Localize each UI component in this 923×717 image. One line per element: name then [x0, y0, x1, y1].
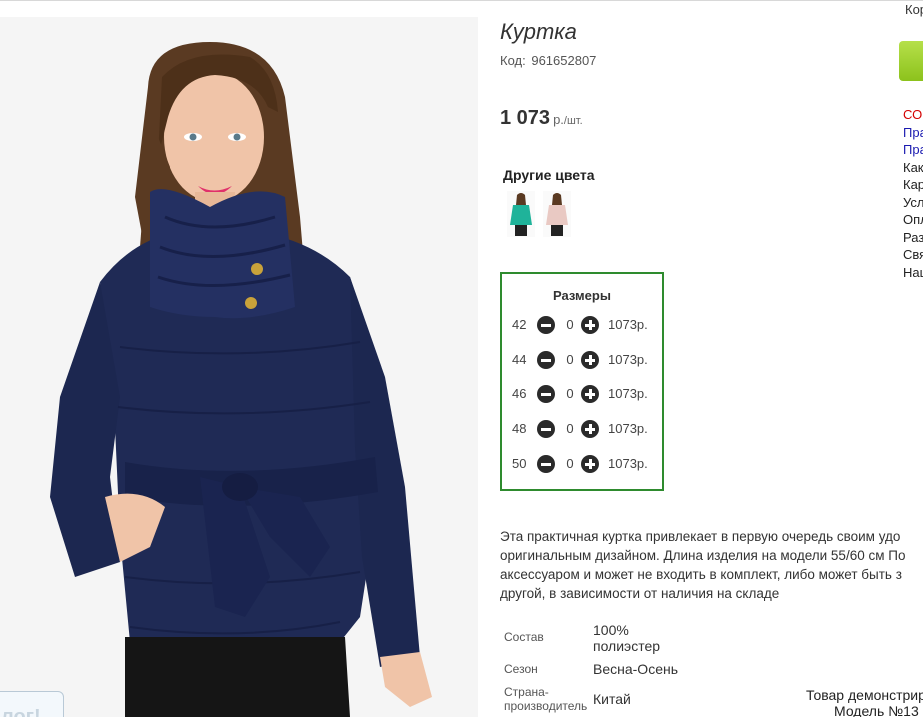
sizes-title: Размеры: [553, 288, 611, 303]
size-value: 48: [512, 421, 527, 436]
sizes-panel: Размеры 42 0 1073р. 44 0 1073р. 46 0 107…: [500, 272, 664, 491]
teal-jacket-thumbnail: [510, 193, 532, 236]
sidebar-links: СО Пра Пра Как Кар Усл Опл Раз Свя Наш: [903, 106, 923, 281]
sidebar-link[interactable]: Пра: [903, 124, 923, 142]
other-colors-title: Другие цвета: [503, 167, 595, 183]
country-label-line: производитель: [504, 699, 588, 713]
size-value: 42: [512, 317, 527, 332]
sidebar-link[interactable]: Наш: [903, 264, 923, 282]
size-row: 50 0 1073р.: [502, 454, 662, 474]
season-value: Весна-Осень: [593, 661, 679, 677]
product-photo[interactable]: лог!: [0, 17, 478, 717]
size-row: 48 0 1073р.: [502, 419, 662, 439]
add-to-cart-button[interactable]: [899, 41, 923, 81]
decrease-quantity-button[interactable]: [537, 316, 555, 334]
composition-value-line: 100%: [593, 622, 629, 638]
product-code-value: 961652807: [531, 53, 597, 68]
increase-quantity-button[interactable]: [581, 385, 599, 403]
price-unit: р./шт.: [553, 112, 583, 127]
sidebar-link[interactable]: Опл: [903, 211, 923, 229]
country-value: Китай: [593, 691, 631, 707]
price-currency: р.: [553, 112, 564, 127]
decrease-quantity-button[interactable]: [537, 455, 555, 473]
demo-note: Товар демонстрир Модель №13: [806, 687, 923, 717]
size-price: 1073р.: [608, 421, 648, 436]
sidebar-link[interactable]: Свя: [903, 246, 923, 264]
photo-badge: лог!: [0, 691, 64, 717]
size-value: 50: [512, 456, 527, 471]
cart-link[interactable]: Кор: [905, 2, 923, 17]
season-label: Сезон: [504, 662, 538, 676]
size-row: 42 0 1073р.: [502, 315, 662, 335]
country-label-line: Страна-: [504, 685, 549, 699]
price-per-unit: /шт.: [563, 115, 583, 127]
sidebar-link[interactable]: Как: [903, 159, 923, 177]
size-price: 1073р.: [608, 456, 648, 471]
product-code: Код: 961652807: [500, 53, 596, 68]
size-row: 44 0 1073р.: [502, 350, 662, 370]
size-value: 44: [512, 352, 527, 367]
product-price: 1 073 р./шт.: [500, 107, 583, 130]
sidebar-link[interactable]: СО: [903, 106, 923, 124]
pink-jacket-thumbnail: [546, 193, 568, 236]
sidebar-link[interactable]: Пра: [903, 141, 923, 159]
product-title: Куртка: [500, 19, 577, 44]
sidebar-link[interactable]: Раз: [903, 229, 923, 247]
composition-value-line: полиэстер: [593, 638, 661, 654]
sidebar-link[interactable]: Усл: [903, 194, 923, 212]
sidebar-link[interactable]: Кар: [903, 176, 923, 194]
increase-quantity-button[interactable]: [581, 455, 599, 473]
composition-value: 100% полиэстер: [593, 622, 660, 654]
quantity-value: 0: [566, 352, 574, 367]
product-code-label: Код:: [500, 53, 526, 68]
description-line: Эта практичная куртка привлекает в перву…: [500, 529, 901, 544]
size-row: 46 0 1073р.: [502, 384, 662, 404]
demo-note-line: Модель №13: [834, 703, 919, 717]
product-photo-illustration: [0, 17, 478, 717]
decrease-quantity-button[interactable]: [537, 385, 555, 403]
size-price: 1073р.: [608, 386, 648, 401]
product-description: Эта практичная куртка привлекает в перву…: [500, 527, 923, 603]
quantity-value: 0: [566, 317, 574, 332]
color-swatch-pink[interactable]: [543, 191, 571, 237]
quantity-value: 0: [566, 456, 574, 471]
top-divider: [0, 0, 923, 1]
price-value: 1 073: [500, 107, 551, 129]
increase-quantity-button[interactable]: [581, 420, 599, 438]
quantity-value: 0: [566, 421, 574, 436]
size-price: 1073р.: [608, 317, 648, 332]
description-line: аксессуаром и может не входить в комплек…: [500, 567, 902, 582]
description-line: другой, в зависимости от наличия на скла…: [500, 586, 780, 601]
quantity-value: 0: [566, 386, 574, 401]
decrease-quantity-button[interactable]: [537, 351, 555, 369]
decrease-quantity-button[interactable]: [537, 420, 555, 438]
size-value: 46: [512, 386, 527, 401]
size-price: 1073р.: [608, 352, 648, 367]
country-label: Страна- производитель: [504, 685, 587, 713]
color-swatch-teal[interactable]: [507, 191, 535, 237]
increase-quantity-button[interactable]: [581, 351, 599, 369]
increase-quantity-button[interactable]: [581, 316, 599, 334]
composition-label: Состав: [504, 630, 544, 644]
demo-note-line: Товар демонстрир: [806, 687, 923, 703]
description-line: оригинальным дизайном. Длина изделия на …: [500, 548, 906, 563]
